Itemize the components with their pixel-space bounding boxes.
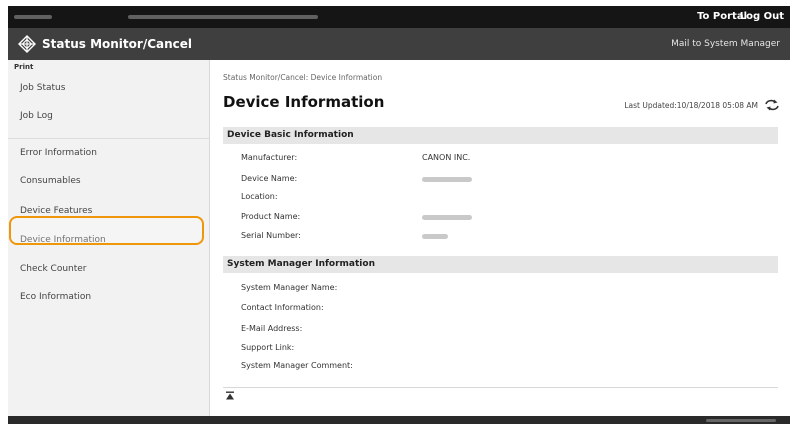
section-device-basic-information: Device Basic Information (223, 127, 778, 144)
back-to-top-icon[interactable] (225, 391, 235, 400)
sidebar-item-error-information[interactable]: Error Information (8, 139, 210, 167)
serial-number-value-blurred (422, 234, 448, 239)
last-updated-text: Last Updated:10/18/2018 05:08 AM (624, 101, 758, 110)
top-bar: To Portal Log Out (8, 6, 790, 28)
sidebar-heading: Print (14, 63, 34, 71)
contact-information-label: Contact Information: (241, 303, 324, 312)
content-divider (223, 387, 778, 388)
status-monitor-icon (18, 35, 36, 53)
sidebar-item-check-counter[interactable]: Check Counter (8, 255, 210, 283)
refresh-icon[interactable] (764, 98, 780, 112)
app-title: Status Monitor/Cancel (42, 37, 193, 51)
page-title: Device Information (223, 93, 385, 111)
breadcrumb: Status Monitor/Cancel: Device Informatio… (223, 73, 383, 82)
blurred-device-text (128, 15, 318, 19)
app-frame: To Portal Log Out Status Monitor/Cancel … (8, 6, 790, 424)
main-content: Status Monitor/Cancel: Device Informatio… (211, 60, 790, 416)
product-name-value-blurred (422, 215, 472, 220)
sidebar-item-eco-information[interactable]: Eco Information (8, 283, 210, 311)
blurred-host-text (14, 15, 52, 19)
mail-to-system-manager-link[interactable]: Mail to System Manager (671, 39, 780, 49)
device-name-value-blurred (422, 177, 472, 182)
serial-number-label: Serial Number: (241, 231, 301, 240)
manufacturer-label: Manufacturer: (241, 153, 298, 162)
product-name-label: Product Name: (241, 212, 301, 221)
support-link-label: Support Link: (241, 343, 295, 352)
location-label: Location: (241, 192, 278, 201)
sidebar-item-job-status[interactable]: Job Status (8, 74, 210, 102)
manufacturer-value: CANON INC. (422, 153, 471, 162)
system-manager-comment-label: System Manager Comment: (241, 361, 353, 370)
system-manager-name-label: System Manager Name: (241, 283, 338, 292)
selection-highlight (9, 216, 204, 245)
blurred-copyright-text (706, 419, 776, 422)
sidebar-item-consumables[interactable]: Consumables (8, 167, 210, 195)
device-name-label: Device Name: (241, 174, 298, 183)
footer-bar (8, 416, 790, 424)
sidebar-item-job-log[interactable]: Job Log (8, 102, 210, 130)
log-out-link[interactable]: Log Out (740, 11, 784, 22)
section-system-manager-information: System Manager Information (223, 256, 778, 273)
email-address-label: E-Mail Address: (241, 324, 303, 333)
app-header: Status Monitor/Cancel Mail to System Man… (8, 28, 790, 60)
